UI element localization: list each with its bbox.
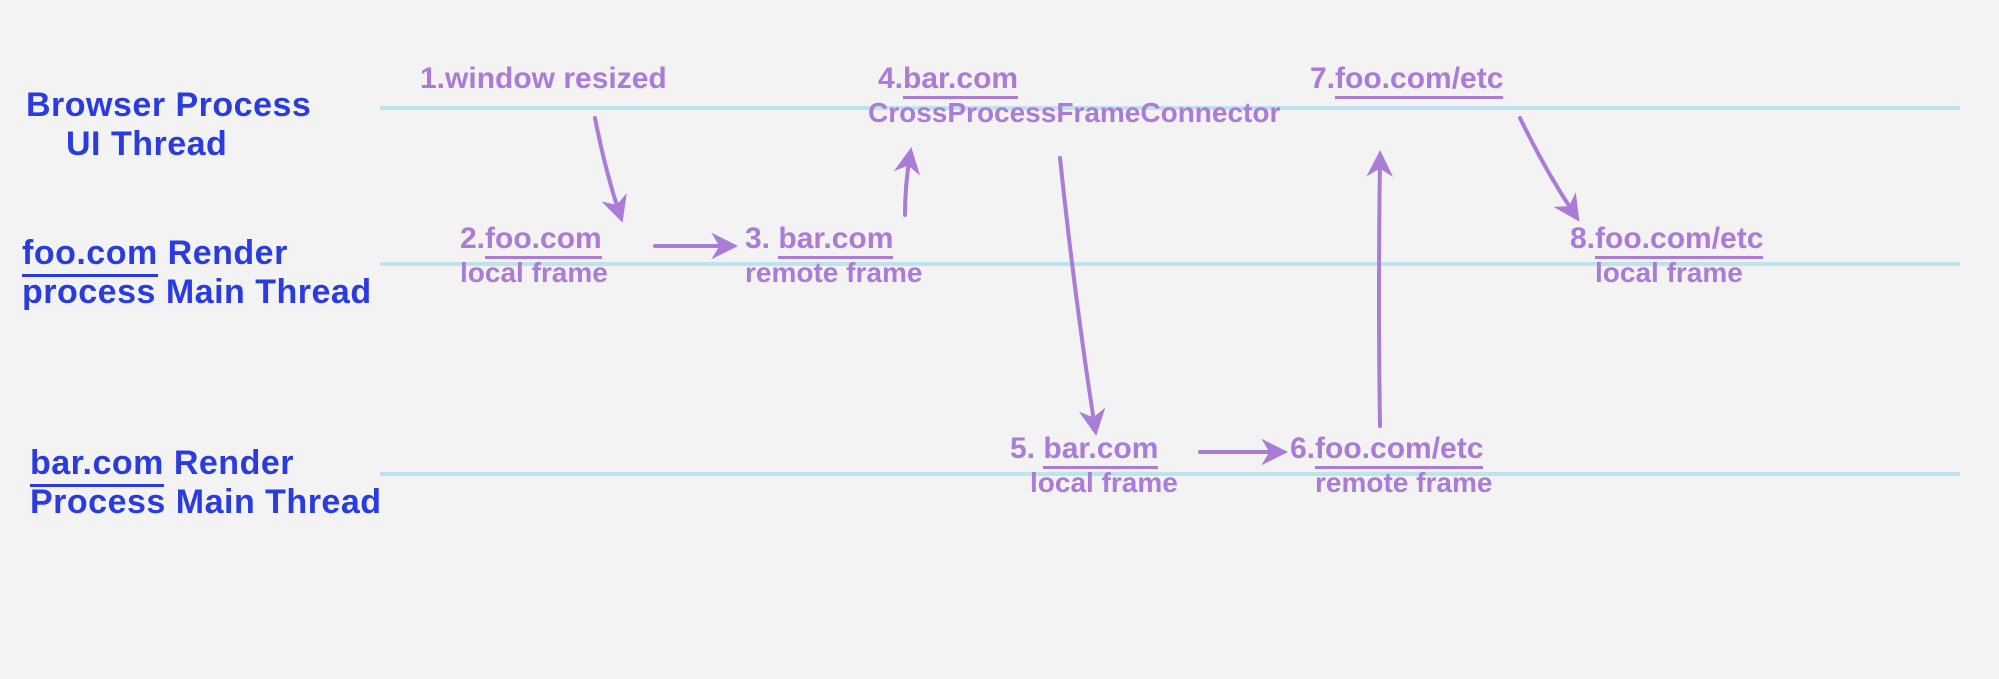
lane-label-line2: Process Main Thread bbox=[30, 483, 382, 521]
step-num: 5. bbox=[1010, 432, 1035, 465]
step-domain: foo.com/etc bbox=[1335, 62, 1503, 99]
step-num: 4. bbox=[878, 62, 903, 95]
lane-label-browser-ui: Browser Process UI Thread bbox=[26, 86, 311, 164]
step-domain: bar.com bbox=[778, 222, 893, 259]
step-domain: bar.com bbox=[1043, 432, 1158, 469]
arrow-6-7 bbox=[1379, 158, 1380, 426]
step-title: window resized bbox=[445, 62, 667, 95]
step-3: 3. bar.com remote frame bbox=[745, 222, 922, 289]
step-num: 2. bbox=[460, 222, 485, 255]
step-sub: remote frame bbox=[745, 257, 922, 289]
step-num: 6. bbox=[1290, 432, 1315, 465]
step-sub: CrossProcessFrameConnector bbox=[868, 97, 1280, 129]
step-num: 7. bbox=[1310, 62, 1335, 95]
step-sub: local frame bbox=[460, 257, 608, 289]
step-1: 1.window resized bbox=[420, 62, 667, 97]
step-5: 5. bar.com local frame bbox=[1010, 432, 1178, 499]
step-sub: local frame bbox=[1570, 257, 1763, 289]
step-8: 8.foo.com/etc local frame bbox=[1570, 222, 1763, 289]
lane-label-line2: UI Thread bbox=[26, 125, 227, 163]
step-num: 1. bbox=[420, 62, 445, 95]
lane-label-foo-render: foo.com Render process Main Thread bbox=[22, 234, 372, 312]
step-4: 4.bar.com CrossProcessFrameConnector bbox=[878, 62, 1280, 129]
step-domain: foo.com bbox=[485, 222, 602, 259]
lane-label-domain: foo.com bbox=[22, 234, 158, 277]
lane-label-suffix: Render bbox=[158, 234, 288, 272]
lane-label-bar-render: bar.com Render Process Main Thread bbox=[30, 444, 382, 522]
step-domain: bar.com bbox=[903, 62, 1018, 99]
lane-label-line2: process Main Thread bbox=[22, 273, 372, 311]
lane-label-line1: Browser Process bbox=[26, 86, 311, 124]
step-num: 8. bbox=[1570, 222, 1595, 255]
lane-label-suffix: Render bbox=[164, 444, 294, 482]
arrow-4-5 bbox=[1060, 158, 1095, 428]
step-sub: local frame bbox=[1010, 467, 1178, 499]
step-6: 6.foo.com/etc remote frame bbox=[1290, 432, 1492, 499]
diagram-canvas: Browser Process UI Thread foo.com Render… bbox=[0, 0, 1999, 679]
arrow-1-2 bbox=[595, 118, 620, 215]
step-domain: foo.com/etc bbox=[1315, 432, 1483, 469]
step-2: 2.foo.com local frame bbox=[460, 222, 608, 289]
step-7: 7.foo.com/etc bbox=[1310, 62, 1503, 97]
step-domain: foo.com/etc bbox=[1595, 222, 1763, 259]
arrow-7-8 bbox=[1520, 118, 1575, 215]
step-sub: remote frame bbox=[1290, 467, 1492, 499]
step-num: 3. bbox=[745, 222, 770, 255]
arrow-3-4 bbox=[905, 155, 910, 215]
lane-label-domain: bar.com bbox=[30, 444, 164, 487]
